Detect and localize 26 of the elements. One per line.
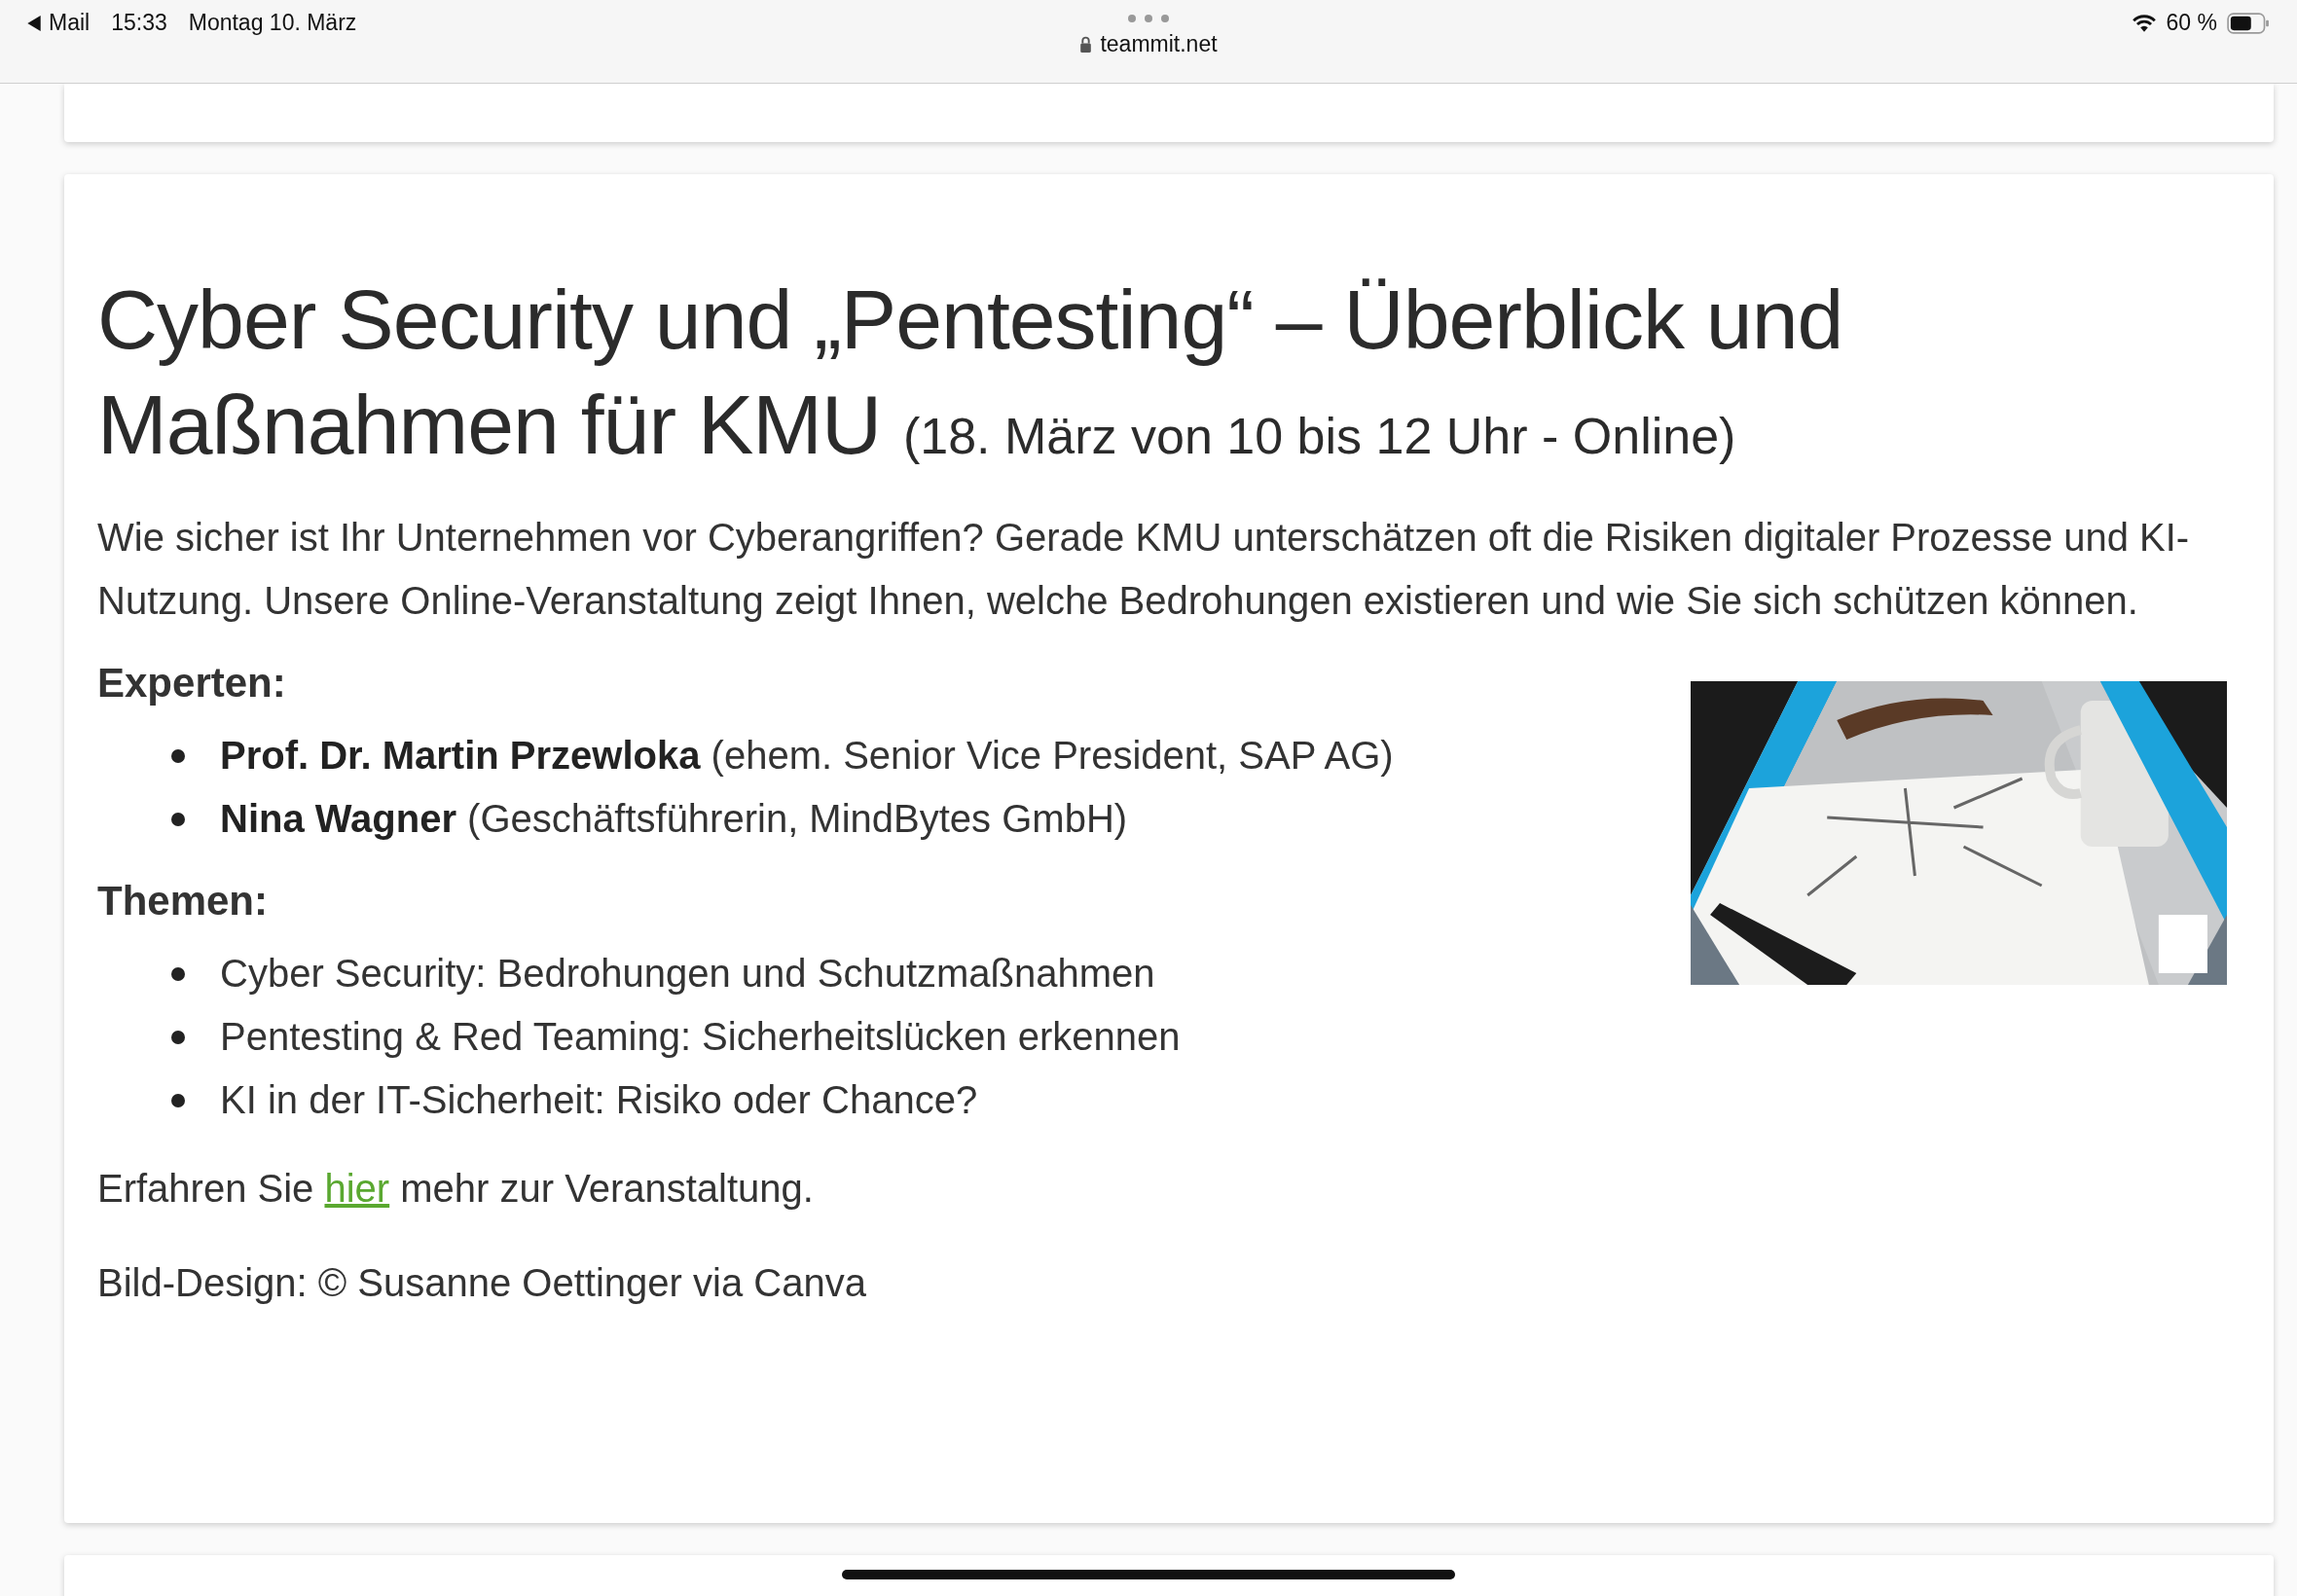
wifi-icon [2131,13,2157,33]
battery-percentage: 60 % [2166,10,2217,36]
list-item: Pentesting & Red Teaming: Sicherheitslücken erkennen [220,1014,1181,1060]
battery-icon [2227,12,2270,34]
lock-icon [1079,36,1093,53]
list-item: KI in der IT-Sicherheit: Risiko oder Chance? [220,1077,978,1123]
address-bar[interactable]: teammit.net [1079,31,1218,57]
date: Montag 10. März [188,10,357,36]
image-credit: Bild-Design: © Susanne Oettinger via Canva [97,1260,867,1306]
more-info-text: Erfahren Sie hier mehr zur Veranstaltung. [97,1166,815,1212]
bullet-icon [171,966,185,981]
bullet-icon [171,812,185,826]
clock: 15:33 [111,10,167,36]
intro-paragraph: Wie sicher ist Ihr Unternehmen vor Cyberangriffen? Gerade KMU unterschätzen oft die Risiken digitaler Prozesse und KI-Nutzung. Unsere Online-Veranstaltung zeigt Ihnen, welche Bedrohungen existieren und wie Sie sich schützen können. [97,515,2191,624]
article-title: Cyber Security und „Pentesting“ – Überblick und Maßnahmen für KMU (18. März von 10 bis 12 Uhr - Online) [97,272,1844,473]
list-item: Prof. Dr. Martin Przewloka (ehem. Senior Vice President, SAP AG) [220,733,1394,779]
more-icon[interactable] [1127,14,1170,23]
back-link[interactable]: Mail [27,10,91,36]
back-arrow-icon [27,15,41,31]
bullet-icon [171,1030,185,1044]
section-heading: Experten: [97,660,287,707]
list-item: Nina Wagner (Geschäftsführerin, MindBytes GmbH) [220,796,1128,842]
list-item: Cyber Security: Bedrohungen und Schutzmaßnahmen [220,951,1155,997]
bullet-icon [171,1093,185,1107]
section-heading: Themen: [97,878,269,925]
bullet-icon [171,748,185,763]
